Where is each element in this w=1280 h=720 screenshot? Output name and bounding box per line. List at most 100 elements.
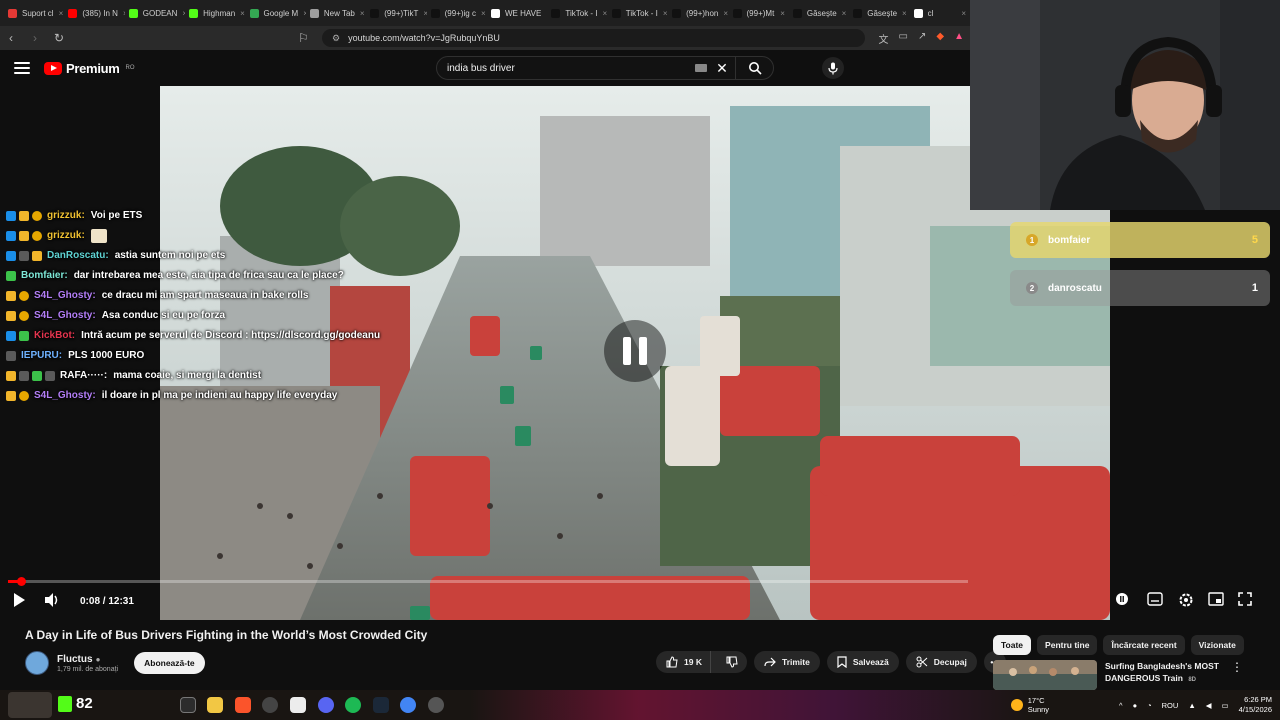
browser-tab[interactable]: (99+)Mt × bbox=[729, 2, 789, 24]
browser-tab[interactable]: TikTok - I × bbox=[608, 2, 668, 24]
share-button[interactable]: Trimite bbox=[753, 651, 820, 673]
clear-search-icon[interactable]: ✕ bbox=[715, 60, 729, 77]
browser-tab[interactable]: WE HAVE× bbox=[487, 2, 547, 24]
youtube-logo[interactable]: Premium RO bbox=[44, 61, 135, 76]
recommended-title[interactable]: Surfing Bangladesh's MOST DANGEROUS Trai… bbox=[1105, 660, 1225, 690]
chat-username[interactable]: IEPURU: bbox=[21, 346, 62, 366]
browser-tab[interactable]: Suport cl × bbox=[4, 2, 64, 24]
browser-tab[interactable]: Găsește × bbox=[849, 2, 909, 24]
chat-username[interactable]: S4L_Ghosty: bbox=[34, 286, 96, 306]
recommended-menu-icon[interactable]: ⋮ bbox=[1231, 660, 1243, 690]
tray-chevron-icon[interactable]: ^ bbox=[1119, 701, 1123, 710]
brave-browser-icon[interactable] bbox=[235, 697, 251, 713]
speaker-icon[interactable]: ◀ bbox=[1206, 701, 1212, 710]
wifi-icon[interactable]: ▲ bbox=[1188, 701, 1195, 710]
chat-username[interactable]: grizzuk: bbox=[47, 226, 85, 246]
chat-username[interactable]: S4L_Ghosty: bbox=[34, 386, 96, 406]
miniplayer-button[interactable] bbox=[1208, 592, 1224, 606]
dislike-button[interactable] bbox=[717, 651, 747, 673]
url-field[interactable]: ⚙ youtube.com/watch?v=JgRubquYnBU bbox=[322, 29, 865, 47]
chat-username[interactable]: grizzuk: bbox=[47, 206, 85, 226]
task-view-icon[interactable] bbox=[180, 697, 196, 713]
discord-icon[interactable] bbox=[318, 697, 334, 713]
tab-close-icon[interactable]: × bbox=[780, 9, 785, 18]
pause-indicator-icon[interactable] bbox=[604, 320, 666, 382]
tab-close-icon[interactable]: × bbox=[663, 9, 668, 18]
share-icon[interactable]: ↗ bbox=[918, 31, 926, 46]
tab-close-icon[interactable]: × bbox=[961, 9, 966, 18]
play-button[interactable] bbox=[12, 592, 26, 608]
notepad-icon[interactable] bbox=[290, 697, 306, 713]
tab-close-icon[interactable]: × bbox=[481, 9, 486, 18]
save-button[interactable]: Salvează bbox=[826, 651, 899, 673]
browser-tab[interactable]: New Tab × bbox=[306, 2, 366, 24]
tab-close-icon[interactable]: × bbox=[723, 9, 728, 18]
browser-tab[interactable]: GODEAN × bbox=[125, 2, 185, 24]
tab-close-icon[interactable]: × bbox=[59, 9, 64, 18]
settings-app-icon[interactable] bbox=[428, 697, 444, 713]
recommended-video[interactable]: Surfing Bangladesh's MOST DANGEROUS Trai… bbox=[993, 660, 1253, 690]
network-icon[interactable]: ◔ bbox=[1147, 701, 1152, 710]
microphone-tray-icon[interactable]: ● bbox=[1133, 701, 1138, 710]
brave-shield-icon[interactable]: ◆ bbox=[936, 31, 944, 46]
chat-username[interactable]: RAFA·····: bbox=[60, 366, 107, 386]
rewards-icon[interactable]: ▲ bbox=[954, 31, 964, 46]
language-indicator[interactable]: ROU bbox=[1162, 701, 1179, 710]
channel-name-link[interactable]: Fluctus ● bbox=[57, 654, 118, 665]
translate-icon[interactable]: 文 bbox=[879, 31, 889, 46]
like-button[interactable]: 19 K bbox=[656, 651, 711, 673]
chat-username[interactable]: KickBot: bbox=[34, 329, 75, 343]
back-icon[interactable]: ‹ bbox=[6, 31, 16, 45]
search-button[interactable] bbox=[735, 57, 773, 79]
filter-chip[interactable]: Încărcate recent bbox=[1103, 635, 1185, 655]
chat-username[interactable]: S4L_Ghosty: bbox=[34, 306, 96, 326]
browser-tab[interactable]: (99+)hon × bbox=[668, 2, 728, 24]
keyboard-icon[interactable] bbox=[695, 64, 707, 72]
file-explorer-icon[interactable] bbox=[207, 697, 223, 713]
browser-tab[interactable]: Găsește × bbox=[789, 2, 849, 24]
filter-chip[interactable]: Pentru tine bbox=[1037, 635, 1098, 655]
filter-chip[interactable]: Vizionate bbox=[1190, 635, 1244, 655]
browser-tab[interactable]: Google M × bbox=[246, 2, 306, 24]
chrome-icon[interactable] bbox=[400, 697, 416, 713]
bookmark-icon[interactable]: ⚐ bbox=[298, 31, 309, 45]
steam-icon[interactable] bbox=[373, 697, 389, 713]
battery-icon[interactable]: ▭ bbox=[1222, 701, 1229, 710]
channel-avatar[interactable] bbox=[25, 651, 49, 675]
forward-icon[interactable]: › bbox=[30, 31, 40, 45]
tab-close-icon[interactable]: × bbox=[902, 9, 907, 18]
progress-scrubber-handle[interactable] bbox=[16, 577, 26, 586]
fullscreen-button[interactable] bbox=[1238, 592, 1252, 606]
autoplay-toggle[interactable] bbox=[1115, 592, 1129, 606]
hamburger-menu-icon[interactable] bbox=[14, 62, 30, 74]
tab-close-icon[interactable]: × bbox=[603, 9, 608, 18]
subscribe-button[interactable]: Abonează-te bbox=[134, 652, 205, 674]
reload-icon[interactable]: ↻ bbox=[54, 31, 64, 45]
chat-username[interactable]: DanRoscatu: bbox=[47, 246, 109, 266]
app-icon[interactable] bbox=[262, 697, 278, 713]
browser-tab[interactable]: TikTok - I × bbox=[547, 2, 607, 24]
browser-tab[interactable]: (99+)TikT × bbox=[366, 2, 427, 24]
settings-button[interactable] bbox=[1178, 592, 1194, 608]
volume-button[interactable] bbox=[44, 592, 60, 608]
voice-search-button[interactable] bbox=[822, 57, 844, 79]
tab-close-icon[interactable]: × bbox=[240, 9, 245, 18]
browser-tab[interactable]: (385) In N× bbox=[64, 2, 125, 24]
browser-tab[interactable]: Highman × bbox=[185, 2, 245, 24]
chat-username[interactable]: Bomfaier: bbox=[21, 266, 68, 286]
cast-icon[interactable]: ▭ bbox=[899, 31, 908, 46]
subtitles-button[interactable] bbox=[1147, 592, 1163, 606]
recommended-thumbnail[interactable] bbox=[993, 660, 1097, 690]
progress-bar[interactable] bbox=[8, 580, 968, 583]
weather-widget[interactable]: 17°C Sunny bbox=[1010, 696, 1049, 714]
clip-button[interactable]: Decupaj bbox=[905, 651, 977, 673]
browser-tab[interactable]: cl × bbox=[910, 2, 970, 24]
search-input[interactable] bbox=[447, 62, 695, 74]
clock[interactable]: 6:26 PM 4/15/2026 bbox=[1239, 695, 1272, 715]
filter-chip[interactable]: Toate bbox=[993, 635, 1032, 655]
browser-tab[interactable]: (99+)ig c × bbox=[427, 2, 487, 24]
spotify-icon[interactable] bbox=[345, 697, 361, 713]
site-info-icon[interactable]: ⚙ bbox=[332, 33, 340, 44]
tab-close-icon[interactable]: × bbox=[842, 9, 847, 18]
tab-close-icon[interactable]: × bbox=[360, 9, 365, 18]
